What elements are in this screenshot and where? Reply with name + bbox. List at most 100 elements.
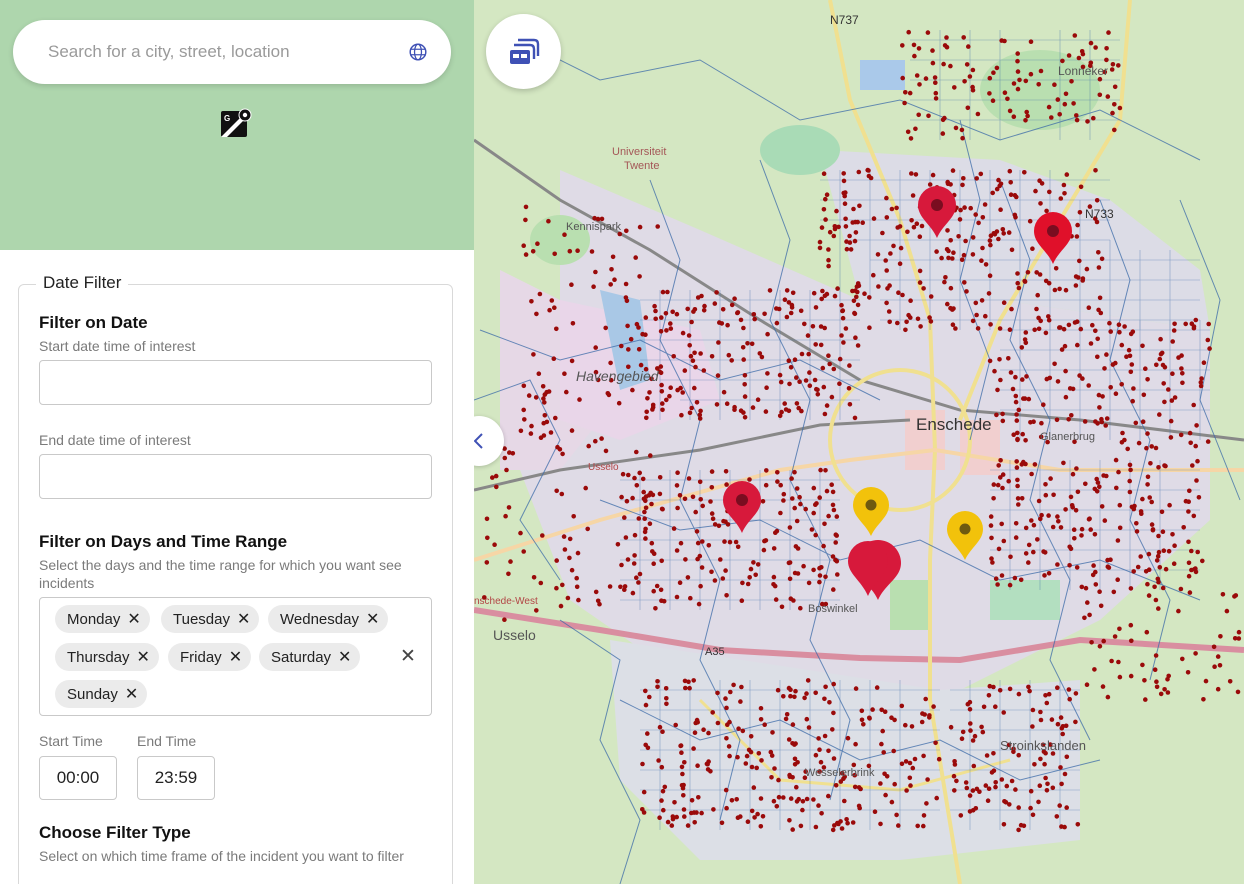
incident-dot — [834, 514, 840, 519]
incident-dot — [1001, 822, 1007, 827]
day-chip-sunday[interactable]: Sunday ✕ — [55, 680, 148, 708]
incident-dot — [677, 580, 683, 585]
incident-dot — [1049, 115, 1054, 120]
incident-dot — [1199, 376, 1204, 381]
incident-dot — [1091, 115, 1096, 121]
search-input[interactable] — [48, 42, 407, 62]
incident-dot — [689, 405, 694, 411]
day-chip-friday[interactable]: Friday ✕ — [168, 643, 252, 671]
incident-dot — [962, 205, 967, 210]
incident-dot — [788, 596, 794, 601]
end-date-input[interactable] — [39, 454, 432, 499]
incident-dot — [1016, 502, 1021, 507]
remove-chip-icon[interactable]: ✕ — [137, 647, 150, 667]
map-canvas[interactable]: N737 N733 Havengebied Enschede Usselo A3… — [474, 0, 1244, 884]
incident-dot — [775, 479, 780, 484]
incident-dot — [625, 557, 631, 562]
incident-dot — [1171, 328, 1177, 333]
incident-dot — [767, 288, 773, 293]
incident-dot — [805, 678, 811, 683]
incident-dot — [559, 491, 565, 497]
remove-chip-icon[interactable]: ✕ — [338, 647, 351, 667]
incident-dot — [805, 333, 811, 338]
end-time-input[interactable]: 23:59 — [137, 756, 215, 800]
incident-dot — [1153, 597, 1159, 603]
start-date-input[interactable] — [39, 360, 432, 405]
incident-dot — [745, 819, 751, 824]
incident-dot — [661, 807, 666, 813]
filter-type-helper: Select on which time frame of the incide… — [39, 848, 404, 864]
incident-dot — [747, 575, 752, 580]
incident-dot — [712, 578, 718, 583]
incident-dot — [732, 407, 737, 413]
chevron-left-icon — [474, 433, 483, 449]
incident-dot — [878, 781, 883, 786]
incident-dot — [687, 343, 692, 348]
remove-chip-icon[interactable]: ✕ — [237, 609, 250, 629]
incident-dot — [1158, 351, 1164, 357]
incident-dot — [683, 685, 688, 691]
incident-dot — [821, 384, 827, 390]
incident-dot — [786, 560, 792, 566]
incident-dot — [648, 453, 653, 458]
incident-dot — [794, 486, 800, 491]
remove-chip-icon[interactable]: ✕ — [127, 609, 140, 629]
remove-chip-icon[interactable]: ✕ — [366, 609, 379, 629]
remove-chip-icon[interactable]: ✕ — [229, 647, 242, 667]
incident-dot — [970, 67, 976, 73]
clear-all-days-icon[interactable]: ✕ — [400, 645, 416, 668]
incident-dot — [1138, 554, 1143, 559]
incident-dot — [1093, 328, 1098, 334]
incident-dot — [1037, 783, 1043, 788]
search-bar[interactable] — [13, 20, 451, 84]
map-view[interactable]: N737 N733 Havengebied Enschede Usselo A3… — [474, 0, 1244, 884]
incident-dot — [650, 407, 655, 412]
incident-dot — [820, 288, 825, 294]
incident-dot — [1108, 385, 1113, 390]
incident-dot — [626, 347, 631, 352]
day-chip-tuesday[interactable]: Tuesday ✕ — [161, 605, 260, 633]
incident-dot — [1096, 265, 1102, 270]
incident-dot — [612, 277, 617, 283]
day-chip-monday[interactable]: Monday ✕ — [55, 605, 150, 633]
day-chip-thursday[interactable]: Thursday ✕ — [55, 643, 159, 671]
incident-dot — [798, 501, 803, 507]
incident-dot — [1086, 305, 1092, 311]
google-maps-icon[interactable]: G — [220, 107, 252, 139]
incident-dot — [950, 168, 956, 173]
incident-dot — [1166, 387, 1171, 392]
incident-dot — [781, 694, 786, 699]
incident-dot — [904, 319, 909, 325]
incident-dot — [1108, 329, 1113, 334]
day-chip-saturday[interactable]: Saturday ✕ — [259, 643, 361, 671]
remove-chip-icon[interactable]: ✕ — [125, 684, 138, 704]
incident-dot — [709, 485, 715, 490]
incident-dot — [657, 815, 662, 820]
incident-dot — [738, 317, 744, 323]
layers-button[interactable] — [486, 14, 561, 89]
globe-icon[interactable] — [407, 41, 429, 63]
incident-dot — [1066, 687, 1072, 692]
incident-dot — [853, 230, 859, 235]
incident-dot — [824, 291, 830, 297]
incident-dot — [1186, 573, 1192, 579]
incident-dot — [1236, 636, 1242, 641]
incident-dot — [1032, 327, 1037, 333]
incident-dot — [831, 507, 837, 513]
incident-dot — [996, 177, 1001, 183]
incident-dot — [678, 540, 684, 546]
filter-panel: G Date Filter Filter on Date Start date … — [0, 0, 474, 884]
incident-dot — [754, 765, 759, 771]
incident-dot — [977, 789, 982, 794]
incident-dot — [866, 168, 871, 173]
day-chip-wednesday[interactable]: Wednesday ✕ — [268, 605, 389, 633]
incident-dot — [1180, 656, 1185, 662]
incident-dot — [948, 285, 954, 291]
incident-dot — [896, 290, 901, 296]
incident-dot — [1062, 824, 1067, 830]
incident-dot — [1110, 62, 1116, 67]
incident-dot — [1093, 419, 1098, 424]
incident-dot — [903, 759, 909, 764]
incident-dot — [817, 579, 822, 585]
start-time-input[interactable]: 00:00 — [39, 756, 117, 800]
